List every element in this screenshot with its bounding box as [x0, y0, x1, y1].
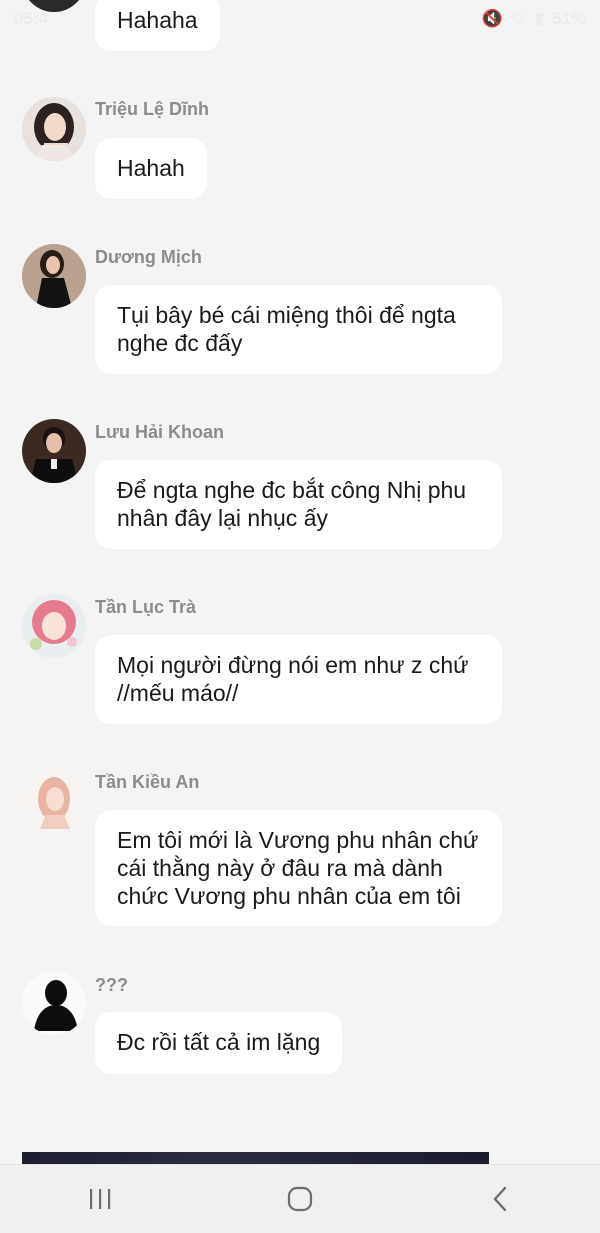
status-bar: 05:4 🔇 ⌔ ▮ 51%: [0, 0, 600, 38]
battery-percent: 51%: [551, 9, 586, 28]
back-icon: [493, 1186, 507, 1212]
recent-apps-icon: [90, 1189, 111, 1209]
silhouette-icon: [22, 971, 86, 1035]
message-text: Tụi bây bé cái miệng thôi để ngta nghe đ…: [117, 302, 456, 356]
message-text: Mọi người đừng nói em như z chứ //mếu má…: [117, 652, 469, 706]
anime-girl-sketch-icon: [22, 769, 86, 833]
avatar[interactable]: [22, 97, 86, 161]
message-bubble[interactable]: Đc rồi tất cả im lặng: [95, 1012, 343, 1074]
media-preview[interactable]: [22, 1152, 489, 1164]
avatar[interactable]: [22, 971, 86, 1035]
message-text: Đc rồi tất cả im lặng: [117, 1029, 321, 1055]
sender-name: Lưu Hải Khoan: [95, 422, 225, 442]
message-bubble[interactable]: Mọi người đừng nói em như z chứ //mếu má…: [95, 635, 502, 724]
home-icon: [287, 1186, 313, 1212]
man-suit-icon: [22, 419, 86, 483]
wifi-icon: ⌔: [510, 9, 527, 29]
woman-black-dress-icon: [22, 244, 86, 308]
mute-icon: 🔇: [481, 9, 503, 28]
avatar[interactable]: [22, 244, 86, 308]
sender-name: ???: [95, 975, 128, 995]
message-bubble[interactable]: Tụi bây bé cái miệng thôi để ngta nghe đ…: [95, 285, 502, 374]
status-icons: 🔇 ⌔ ▮ 51%: [481, 9, 586, 30]
avatar[interactable]: [22, 419, 86, 483]
sender-name: Triệu Lệ Dĩnh: [95, 99, 210, 119]
navigation-bar: [0, 1164, 600, 1233]
status-time: 05:4: [14, 9, 49, 28]
avatar[interactable]: [22, 594, 86, 658]
message-text: Để ngta nghe đc bắt công Nhị phu nhân đâ…: [117, 477, 467, 531]
sender-name: Tần Kiều An: [95, 772, 200, 792]
message-text: Hahah: [117, 155, 185, 181]
back-button[interactable]: [470, 1177, 530, 1221]
woman-portrait-icon: [22, 97, 86, 161]
signal-icon: ▮: [534, 9, 544, 28]
message-text: Em tôi mới là Vương phu nhân chứ cái thằ…: [117, 827, 479, 909]
avatar[interactable]: [22, 769, 86, 833]
home-button[interactable]: [270, 1177, 330, 1221]
sender-name: Dương Mịch: [95, 247, 202, 267]
message-bubble[interactable]: Em tôi mới là Vương phu nhân chứ cái thằ…: [95, 810, 502, 926]
message-bubble[interactable]: Hahah: [95, 138, 207, 199]
recent-apps-button[interactable]: [70, 1177, 130, 1221]
message-bubble[interactable]: Để ngta nghe đc bắt công Nhị phu nhân đâ…: [95, 460, 502, 549]
anime-girl-pink-icon: [22, 594, 86, 658]
sender-name: Tần Lục Trà: [95, 597, 197, 617]
